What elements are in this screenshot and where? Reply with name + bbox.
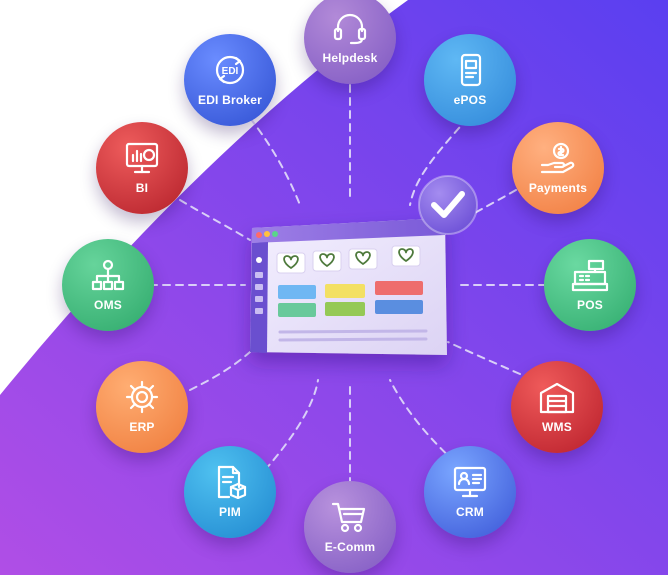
flowchart-gear-icon bbox=[91, 259, 125, 291]
node-label: CRM bbox=[456, 505, 484, 519]
chart-monitor-icon bbox=[125, 142, 159, 174]
node-label: BI bbox=[135, 181, 149, 195]
svg-text:EDI: EDI bbox=[222, 66, 239, 77]
node-erp[interactable]: ERP bbox=[96, 361, 188, 453]
node-crm[interactable]: CRM bbox=[424, 446, 516, 538]
node-label: EDI Broker bbox=[197, 93, 263, 107]
edi-cycle-icon: EDI bbox=[215, 55, 245, 85]
node-label: PIM bbox=[219, 505, 241, 519]
node-label: ePOS bbox=[453, 93, 487, 107]
node-oms[interactable]: OMS bbox=[62, 239, 154, 331]
node-ecomm[interactable]: E-Comm bbox=[304, 481, 396, 573]
hub-window-dots bbox=[256, 231, 278, 238]
node-wms[interactable]: WMS bbox=[511, 361, 603, 453]
node-label: ERP bbox=[129, 420, 155, 434]
warehouse-icon bbox=[539, 382, 575, 414]
node-pim[interactable]: PIM bbox=[184, 446, 276, 538]
cash-register-icon bbox=[571, 259, 609, 292]
node-payments[interactable]: Payments bbox=[512, 122, 604, 214]
node-epos[interactable]: ePOS bbox=[424, 34, 516, 126]
node-label: WMS bbox=[542, 420, 572, 434]
node-label: OMS bbox=[94, 298, 122, 312]
node-bi[interactable]: BI bbox=[96, 122, 188, 214]
hand-coin-icon bbox=[540, 142, 575, 174]
shopping-cart-icon bbox=[331, 502, 366, 533]
node-label: Payments bbox=[528, 181, 588, 195]
headset-icon bbox=[333, 13, 367, 45]
node-label: POS bbox=[577, 298, 603, 312]
tablet-icon bbox=[460, 53, 482, 87]
node-label: E-Comm bbox=[324, 540, 376, 554]
contact-card-monitor-icon bbox=[453, 466, 487, 498]
node-edi-broker[interactable]: EDI EDI Broker bbox=[184, 34, 276, 126]
node-pos[interactable]: POS bbox=[544, 239, 636, 331]
gear-network-icon bbox=[125, 380, 159, 414]
node-label: Helpdesk bbox=[322, 51, 378, 65]
document-box-icon bbox=[217, 465, 247, 499]
checkmark-badge-icon bbox=[418, 175, 478, 235]
